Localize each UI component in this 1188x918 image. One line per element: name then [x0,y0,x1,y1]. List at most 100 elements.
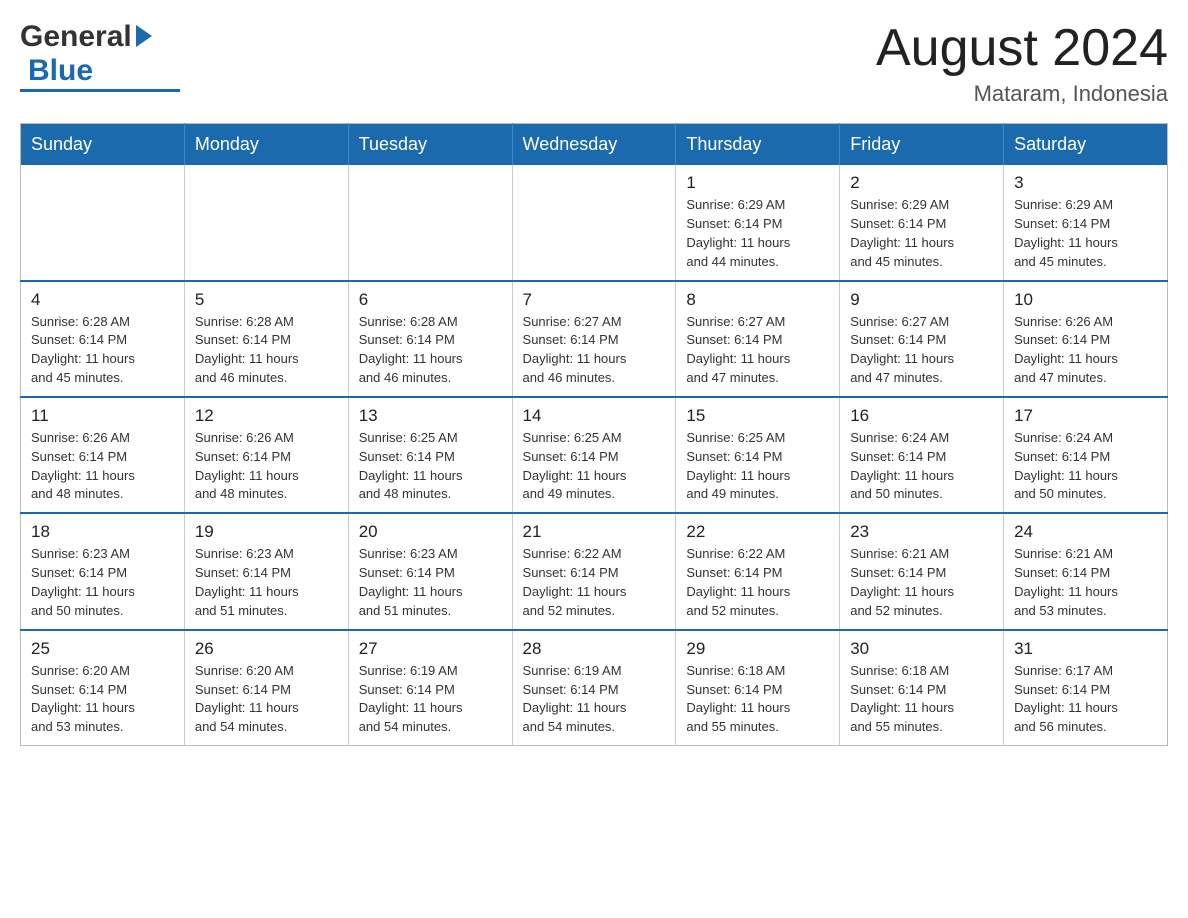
calendar-cell: 6 Sunrise: 6:28 AM Sunset: 6:14 PM Daylig… [348,281,512,397]
calendar-cell: 21 Sunrise: 6:22 AM Sunset: 6:14 PM Dayli… [512,513,676,629]
logo-blue-text: Blue [24,54,93,88]
day-info: Sunrise: 6:27 AM Sunset: 6:14 PM Dayligh… [850,313,993,388]
logo-general-text: General [20,20,132,54]
calendar-table: SundayMondayTuesdayWednesdayThursdayFrid… [20,123,1168,746]
logo: General Blue [20,20,180,92]
title-block: August 2024 Mataram, Indonesia [876,20,1168,107]
day-number: 20 [359,522,502,542]
calendar-cell: 25 Sunrise: 6:20 AM Sunset: 6:14 PM Dayli… [21,630,185,746]
calendar-cell: 3Sunrise: 6:29 AM Sunset: 6:14 PM Daylig… [1004,165,1168,280]
day-number: 25 [31,639,174,659]
calendar-cell: 4 Sunrise: 6:28 AM Sunset: 6:14 PM Daylig… [21,281,185,397]
weekday-header-row: SundayMondayTuesdayWednesdayThursdayFrid… [21,124,1168,166]
day-info: Sunrise: 6:27 AM Sunset: 6:14 PM Dayligh… [523,313,666,388]
day-info: Sunrise: 6:28 AM Sunset: 6:14 PM Dayligh… [195,313,338,388]
calendar-cell: 24Sunrise: 6:21 AM Sunset: 6:14 PM Dayli… [1004,513,1168,629]
calendar-cell: 12Sunrise: 6:26 AM Sunset: 6:14 PM Dayli… [184,397,348,513]
day-info: Sunrise: 6:20 AM Sunset: 6:14 PM Dayligh… [195,662,338,737]
day-number: 14 [523,406,666,426]
day-info: Sunrise: 6:29 AM Sunset: 6:14 PM Dayligh… [686,196,829,271]
weekday-header-sunday: Sunday [21,124,185,166]
day-number: 21 [523,522,666,542]
day-number: 8 [686,290,829,310]
day-number: 4 [31,290,174,310]
calendar-cell: 19 Sunrise: 6:23 AM Sunset: 6:14 PM Dayli… [184,513,348,629]
calendar-week-4: 18 Sunrise: 6:23 AM Sunset: 6:14 PM Dayli… [21,513,1168,629]
day-info: Sunrise: 6:18 AM Sunset: 6:14 PM Dayligh… [686,662,829,737]
day-number: 13 [359,406,502,426]
calendar-cell [348,165,512,280]
day-number: 17 [1014,406,1157,426]
day-info: Sunrise: 6:28 AM Sunset: 6:14 PM Dayligh… [359,313,502,388]
day-info: Sunrise: 6:26 AM Sunset: 6:14 PM Dayligh… [31,429,174,504]
weekday-header-wednesday: Wednesday [512,124,676,166]
day-info: Sunrise: 6:22 AM Sunset: 6:14 PM Dayligh… [523,545,666,620]
day-info: Sunrise: 6:18 AM Sunset: 6:14 PM Dayligh… [850,662,993,737]
weekday-header-thursday: Thursday [676,124,840,166]
day-info: Sunrise: 6:26 AM Sunset: 6:14 PM Dayligh… [195,429,338,504]
calendar-cell: 18 Sunrise: 6:23 AM Sunset: 6:14 PM Dayli… [21,513,185,629]
calendar-cell: 31Sunrise: 6:17 AM Sunset: 6:14 PM Dayli… [1004,630,1168,746]
calendar-cell: 20 Sunrise: 6:23 AM Sunset: 6:14 PM Dayli… [348,513,512,629]
day-info: Sunrise: 6:19 AM Sunset: 6:14 PM Dayligh… [359,662,502,737]
calendar-cell: 22Sunrise: 6:22 AM Sunset: 6:14 PM Dayli… [676,513,840,629]
calendar-cell: 17 Sunrise: 6:24 AM Sunset: 6:14 PM Dayli… [1004,397,1168,513]
day-info: Sunrise: 6:24 AM Sunset: 6:14 PM Dayligh… [850,429,993,504]
day-info: Sunrise: 6:24 AM Sunset: 6:14 PM Dayligh… [1014,429,1157,504]
day-info: Sunrise: 6:25 AM Sunset: 6:14 PM Dayligh… [359,429,502,504]
day-number: 15 [686,406,829,426]
calendar-cell: 1 Sunrise: 6:29 AM Sunset: 6:14 PM Daylig… [676,165,840,280]
calendar-cell [184,165,348,280]
calendar-cell: 30 Sunrise: 6:18 AM Sunset: 6:14 PM Dayli… [840,630,1004,746]
calendar-subtitle: Mataram, Indonesia [876,81,1168,107]
weekday-header-friday: Friday [840,124,1004,166]
day-number: 2 [850,173,993,193]
calendar-cell: 23 Sunrise: 6:21 AM Sunset: 6:14 PM Dayli… [840,513,1004,629]
day-info: Sunrise: 6:27 AM Sunset: 6:14 PM Dayligh… [686,313,829,388]
calendar-cell [21,165,185,280]
day-info: Sunrise: 6:21 AM Sunset: 6:14 PM Dayligh… [850,545,993,620]
calendar-cell: 14Sunrise: 6:25 AM Sunset: 6:14 PM Dayli… [512,397,676,513]
day-number: 23 [850,522,993,542]
calendar-week-5: 25 Sunrise: 6:20 AM Sunset: 6:14 PM Dayli… [21,630,1168,746]
day-info: Sunrise: 6:23 AM Sunset: 6:14 PM Dayligh… [31,545,174,620]
calendar-week-2: 4 Sunrise: 6:28 AM Sunset: 6:14 PM Daylig… [21,281,1168,397]
day-number: 19 [195,522,338,542]
day-number: 26 [195,639,338,659]
day-number: 9 [850,290,993,310]
calendar-week-1: 1 Sunrise: 6:29 AM Sunset: 6:14 PM Daylig… [21,165,1168,280]
day-number: 18 [31,522,174,542]
day-number: 31 [1014,639,1157,659]
day-info: Sunrise: 6:19 AM Sunset: 6:14 PM Dayligh… [523,662,666,737]
calendar-cell: 7 Sunrise: 6:27 AM Sunset: 6:14 PM Daylig… [512,281,676,397]
day-number: 27 [359,639,502,659]
calendar-cell: 15Sunrise: 6:25 AM Sunset: 6:14 PM Dayli… [676,397,840,513]
logo-arrow-icon [136,25,152,47]
calendar-cell: 16Sunrise: 6:24 AM Sunset: 6:14 PM Dayli… [840,397,1004,513]
calendar-cell: 10Sunrise: 6:26 AM Sunset: 6:14 PM Dayli… [1004,281,1168,397]
calendar-cell: 28Sunrise: 6:19 AM Sunset: 6:14 PM Dayli… [512,630,676,746]
calendar-cell: 11 Sunrise: 6:26 AM Sunset: 6:14 PM Dayli… [21,397,185,513]
calendar-cell: 27 Sunrise: 6:19 AM Sunset: 6:14 PM Dayli… [348,630,512,746]
calendar-cell: 2Sunrise: 6:29 AM Sunset: 6:14 PM Daylig… [840,165,1004,280]
weekday-header-tuesday: Tuesday [348,124,512,166]
calendar-cell: 29 Sunrise: 6:18 AM Sunset: 6:14 PM Dayli… [676,630,840,746]
calendar-cell [512,165,676,280]
day-number: 1 [686,173,829,193]
day-number: 24 [1014,522,1157,542]
day-info: Sunrise: 6:20 AM Sunset: 6:14 PM Dayligh… [31,662,174,737]
day-info: Sunrise: 6:23 AM Sunset: 6:14 PM Dayligh… [359,545,502,620]
day-number: 29 [686,639,829,659]
day-info: Sunrise: 6:23 AM Sunset: 6:14 PM Dayligh… [195,545,338,620]
calendar-title: August 2024 [876,20,1168,77]
day-info: Sunrise: 6:26 AM Sunset: 6:14 PM Dayligh… [1014,313,1157,388]
weekday-header-monday: Monday [184,124,348,166]
day-number: 7 [523,290,666,310]
calendar-cell: 8 Sunrise: 6:27 AM Sunset: 6:14 PM Daylig… [676,281,840,397]
day-info: Sunrise: 6:28 AM Sunset: 6:14 PM Dayligh… [31,313,174,388]
day-number: 30 [850,639,993,659]
day-number: 11 [31,406,174,426]
calendar-cell: 26 Sunrise: 6:20 AM Sunset: 6:14 PM Dayli… [184,630,348,746]
day-number: 6 [359,290,502,310]
page-header: General Blue August 2024 Mataram, Indone… [20,20,1168,107]
